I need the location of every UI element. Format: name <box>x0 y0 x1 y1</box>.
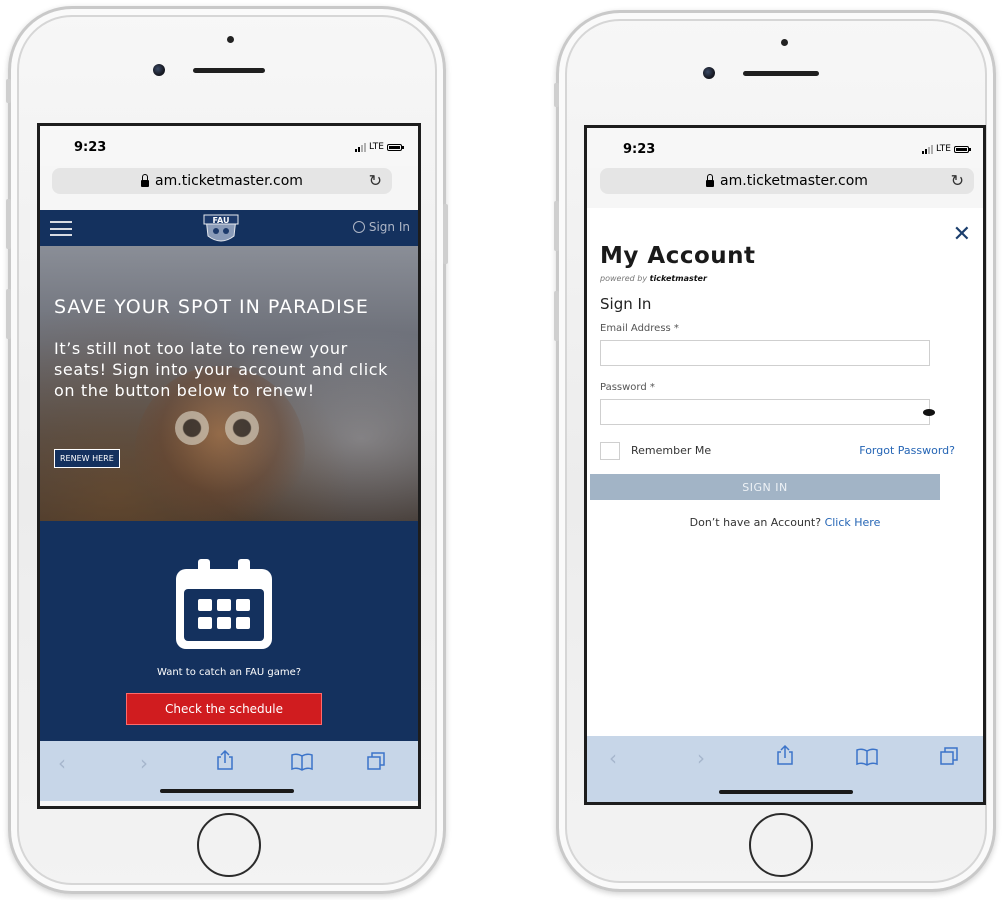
powered-by-text: powered by ticketmaster <box>600 274 707 283</box>
hero-title: SAVE YOUR SPOT IN PARADISE <box>54 296 369 318</box>
home-indicator <box>160 789 294 793</box>
home-indicator <box>719 790 853 794</box>
ticketmaster-brand: ticketmaster <box>649 274 707 283</box>
front-camera <box>153 64 165 76</box>
left-phone: 9:23 LTE am.ticketmaster.com ↻ FAU Sign … <box>6 6 448 894</box>
status-time: 9:23 <box>74 140 107 155</box>
status-indicators: LTE <box>355 142 404 152</box>
right-screen: 9:23 LTE am.ticketmaster.com ↻ ✕ My Acco… <box>584 125 986 805</box>
mute-switch <box>554 83 559 107</box>
schedule-promo-panel: Want to catch an FAU game? Check the sch… <box>40 521 418 741</box>
tabs-icon[interactable] <box>939 746 959 766</box>
forward-icon[interactable]: › <box>697 746 705 770</box>
password-label: Password * <box>600 382 655 393</box>
password-field[interactable] <box>600 399 930 425</box>
calendar-icon <box>176 559 272 649</box>
sign-in-button[interactable]: SIGN IN <box>590 474 940 500</box>
url-text: am.ticketmaster.com <box>720 173 868 189</box>
back-icon[interactable]: ‹ <box>58 751 66 775</box>
volume-up-button <box>6 199 11 249</box>
sign-in-heading: Sign In <box>600 295 652 313</box>
check-schedule-button[interactable]: Check the schedule <box>126 693 322 725</box>
close-icon[interactable]: ✕ <box>953 222 971 247</box>
power-button <box>443 204 448 264</box>
url-bar[interactable]: am.ticketmaster.com ↻ <box>52 168 392 194</box>
bookmarks-icon[interactable] <box>855 748 879 766</box>
earpiece-speaker <box>743 71 819 76</box>
page-title: My Account <box>600 243 756 269</box>
bookmarks-icon[interactable] <box>290 753 314 771</box>
url-bar[interactable]: am.ticketmaster.com ↻ <box>600 168 974 194</box>
volume-down-button <box>6 289 11 339</box>
network-label: LTE <box>936 144 951 154</box>
volume-up-button <box>554 201 559 251</box>
home-button[interactable] <box>197 813 261 877</box>
battery-icon <box>387 143 404 151</box>
renew-here-button[interactable]: RENEW HERE <box>54 449 120 468</box>
nav-sign-in-link[interactable]: Sign In <box>352 220 410 234</box>
fau-logo[interactable]: FAU <box>200 212 242 244</box>
battery-icon <box>954 145 971 153</box>
url-text: am.ticketmaster.com <box>155 173 303 189</box>
network-label: LTE <box>369 142 384 152</box>
proximity-sensor <box>227 36 234 43</box>
share-icon[interactable] <box>776 744 794 766</box>
account-page: ✕ My Account powered by ticketmaster Sig… <box>587 208 983 736</box>
lock-icon <box>141 173 150 187</box>
browser-toolbar: ‹ › <box>587 736 983 802</box>
status-bar: 9:23 LTE <box>40 126 418 166</box>
forward-icon[interactable]: › <box>140 751 148 775</box>
tabs-icon[interactable] <box>366 751 386 771</box>
email-label: Email Address * <box>600 323 679 334</box>
signal-icon <box>922 144 934 154</box>
mascot-eye-right <box>225 411 259 445</box>
status-indicators: LTE <box>922 144 971 154</box>
hero-body: It’s still not too late to renew your se… <box>54 339 389 400</box>
left-screen: 9:23 LTE am.ticketmaster.com ↻ FAU Sign … <box>37 123 421 809</box>
hero-banner: SAVE YOUR SPOT IN PARADISE It’s still no… <box>40 246 418 521</box>
status-bar: 9:23 LTE <box>587 128 983 168</box>
back-icon[interactable]: ‹ <box>609 746 617 770</box>
no-account-label: Don’t have an Account? <box>689 516 822 529</box>
earpiece-speaker <box>193 68 265 73</box>
mascot-eye-left <box>175 411 209 445</box>
svg-text:FAU: FAU <box>213 216 230 225</box>
lock-icon <box>706 173 715 187</box>
reload-icon[interactable]: ↻ <box>369 171 382 190</box>
home-button[interactable] <box>749 813 813 877</box>
remember-me-checkbox[interactable] <box>600 442 620 460</box>
promo-text: Want to catch an FAU game? <box>156 667 302 678</box>
menu-icon[interactable] <box>50 221 72 236</box>
forgot-password-link[interactable]: Forgot Password? <box>859 444 955 457</box>
remember-me-label: Remember Me <box>631 444 712 457</box>
nav-sign-in-label: Sign In <box>368 220 410 234</box>
email-field[interactable] <box>600 340 930 366</box>
browser-toolbar: ‹ › <box>40 741 418 801</box>
signal-icon <box>355 142 367 152</box>
status-time: 9:23 <box>623 142 656 157</box>
volume-down-button <box>554 291 559 341</box>
front-camera <box>703 67 715 79</box>
click-here-link[interactable]: Click Here <box>825 516 881 529</box>
site-nav-bar: FAU Sign In <box>40 210 418 246</box>
no-account-text: Don’t have an Account? Click Here <box>587 516 983 529</box>
show-password-eye-icon[interactable] <box>923 409 935 416</box>
mute-switch <box>6 79 11 103</box>
right-phone: 9:23 LTE am.ticketmaster.com ↻ ✕ My Acco… <box>554 10 996 892</box>
powered-prefix: powered by <box>600 274 648 283</box>
share-icon[interactable] <box>216 749 234 771</box>
proximity-sensor <box>781 39 788 46</box>
user-icon <box>352 221 365 233</box>
reload-icon[interactable]: ↻ <box>951 171 964 190</box>
